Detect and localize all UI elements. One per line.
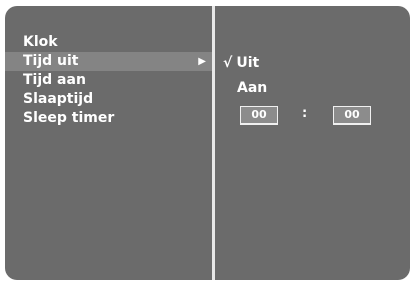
osd-screen: Klok Tijd uit ▶ Tijd aan Slaaptijd Sleep… [5, 6, 410, 280]
menu-item-tijd-aan[interactable]: Tijd aan [5, 71, 212, 90]
hour-field[interactable]: 00 [240, 106, 278, 125]
menu-item-klok[interactable]: Klok [5, 33, 212, 52]
option-aan-label: Aan [237, 80, 268, 96]
option-uit[interactable]: √ Uit [223, 54, 259, 72]
minute-field[interactable]: 00 [333, 106, 371, 125]
menu-item-label: Slaaptijd [23, 91, 94, 107]
check-icon: √ [223, 55, 233, 71]
menu-item-label: Tijd aan [23, 72, 86, 88]
menu-item-label: Sleep timer [23, 110, 115, 126]
arrow-right-icon: ▶ [198, 56, 206, 67]
menu-item-label: Tijd uit [23, 53, 79, 69]
submenu-panel: √ Uit Aan 00 : 00 [215, 6, 410, 280]
menu-item-sleep-timer[interactable]: Sleep timer [5, 109, 212, 128]
menu-item-slaaptijd[interactable]: Slaaptijd [5, 90, 212, 109]
option-aan[interactable]: Aan [237, 79, 267, 97]
time-separator: : [302, 106, 308, 121]
option-uit-label: Uit [236, 55, 260, 71]
menu-item-label: Klok [23, 34, 58, 50]
menu-item-tijd-uit[interactable]: Tijd uit ▶ [5, 52, 212, 71]
main-menu: Klok Tijd uit ▶ Tijd aan Slaaptijd Sleep… [5, 33, 212, 128]
